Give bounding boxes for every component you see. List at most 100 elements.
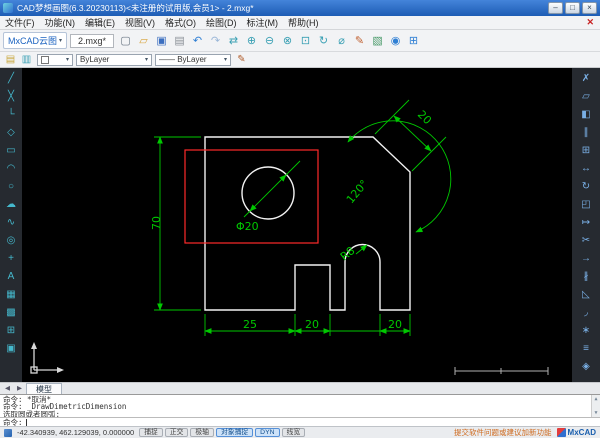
modify-break-icon[interactable]: ∦	[577, 268, 595, 284]
draw-polygon-icon[interactable]: ◇	[3, 124, 19, 140]
titlebar[interactable]: CAD梦想画图(6.3.20230113)<未注册的试用版,会员1> - 2.m…	[0, 0, 600, 16]
undo-icon[interactable]: ↶	[189, 32, 206, 49]
modify-move-icon[interactable]: ↔	[577, 160, 595, 176]
menu-function[interactable]: 功能(N)	[40, 16, 81, 29]
toolbar-icon-row: ▢ ▱ ▣ ▤ ↶ ↷ ⇄ ⊕ ⊖ ⊗ ⊡ ↻ ⌀ ✎ ▧ ◉ ⊞	[117, 32, 422, 49]
tab-next-button[interactable]: ▶	[14, 383, 25, 394]
draw-block-icon[interactable]: ▣	[3, 340, 19, 356]
draw-table-icon[interactable]: ⊞	[3, 322, 19, 338]
save-icon[interactable]: ▣	[153, 32, 170, 49]
view-3d-icon[interactable]: ◈	[577, 358, 595, 374]
draw-arc-icon[interactable]: ◠	[3, 160, 19, 176]
toggle-dyn[interactable]: DYN	[255, 428, 280, 437]
modify-trim-icon[interactable]: ✂	[577, 232, 595, 248]
draw-revcloud-icon[interactable]: ☁	[3, 196, 19, 212]
draw-region-icon[interactable]: ▩	[3, 304, 19, 320]
toggle-osnap[interactable]: 对象捕捉	[215, 428, 254, 437]
color-dropdown[interactable]: ▾	[37, 53, 73, 66]
scroll-down-icon[interactable]: ▼	[594, 410, 597, 416]
draw-hatch-icon[interactable]: ▦	[3, 286, 19, 302]
modify-properties-icon[interactable]: ≡	[577, 340, 595, 356]
edit-icon[interactable]: ✎	[351, 32, 368, 49]
draw-polyline-icon[interactable]: └	[3, 106, 19, 122]
feedback-link[interactable]: 提交软件问题或建议加新功能	[454, 427, 552, 438]
zoom-extents-icon[interactable]: ⊗	[279, 32, 296, 49]
modify-fillet-icon[interactable]: ◞	[577, 304, 595, 320]
zoom-window-icon[interactable]: ⊡	[297, 32, 314, 49]
draw-xline-icon[interactable]: ╳	[3, 88, 19, 104]
menu-format[interactable]: 格式(O)	[160, 16, 201, 29]
table-icon[interactable]: ⊞	[405, 32, 422, 49]
dimension-labels[interactable]: 70 25 20 20 20 120° R8 Φ20	[150, 108, 434, 331]
modify-scale-icon[interactable]: ◰	[577, 196, 595, 212]
coordinates-readout: -42.340939, 462.129039, 0.000000	[17, 428, 135, 437]
command-prompt: 命令:	[3, 417, 23, 427]
toggle-lineweight[interactable]: 线宽	[281, 428, 306, 437]
new-file-icon[interactable]: ▢	[117, 32, 134, 49]
redo-icon[interactable]: ↷	[207, 32, 224, 49]
current-color-swatch	[41, 55, 49, 64]
status-app-icon[interactable]	[4, 428, 12, 437]
command-history[interactable]: 命令: *取消* 命令: _DrawDimetricDimension 选取圆或者圆…	[0, 395, 600, 417]
tab-prev-button[interactable]: ◀	[2, 383, 13, 394]
draw-spline-icon[interactable]: ∿	[3, 214, 19, 230]
document-close-icon[interactable]: ✕	[580, 17, 600, 28]
plot-icon[interactable]: ▤	[171, 32, 188, 49]
web-icon[interactable]: ◉	[387, 32, 404, 49]
layer-properties-icon[interactable]: ▤	[3, 53, 18, 67]
document-tab[interactable]: 2.mxg*	[70, 33, 115, 48]
command-scrollbar[interactable]: ▲ ▼	[591, 395, 600, 417]
toggle-polar[interactable]: 极轴	[190, 428, 214, 437]
modify-explode-icon[interactable]: ∗	[577, 322, 595, 338]
match-properties-icon[interactable]: ✎	[234, 53, 249, 67]
modify-erase-icon[interactable]: ✗	[577, 70, 595, 86]
menu-draw[interactable]: 绘图(D)	[201, 16, 242, 29]
layer-states-icon[interactable]: ▥	[19, 53, 34, 67]
command-input[interactable]: 命令:	[0, 417, 600, 427]
modify-extend-icon[interactable]: →	[577, 250, 595, 266]
menu-edit[interactable]: 编辑(E)	[80, 16, 120, 29]
linetype-dropdown[interactable]: ByLayer ▾	[76, 53, 152, 66]
tab-model[interactable]: 模型	[26, 383, 62, 394]
menu-dimension[interactable]: 标注(M)	[242, 16, 284, 29]
close-button[interactable]: ×	[582, 2, 597, 14]
toggle-snap[interactable]: 捕捉	[139, 428, 163, 437]
draw-point-icon[interactable]: +	[3, 250, 19, 266]
command-area[interactable]: 命令: *取消* 命令: _DrawDimetricDimension 选取圆或者圆…	[0, 394, 600, 427]
modify-toolbar: ✗ ▱ ◧ ∥ ⊞ ↔ ↻ ◰ ↦ ✂ → ∦ ◺ ◞ ∗ ≡ ◈	[572, 68, 600, 382]
modify-mirror-icon[interactable]: ◧	[577, 106, 595, 122]
dimension-lines[interactable]	[154, 99, 452, 336]
draw-text-icon[interactable]: A	[3, 268, 19, 284]
regen-icon[interactable]: ↻	[315, 32, 332, 49]
draw-circle-icon[interactable]: ○	[3, 178, 19, 194]
minimize-button[interactable]: –	[548, 2, 563, 14]
chevron-down-icon: ▾	[65, 57, 69, 63]
draw-rectangle-icon[interactable]: ▭	[3, 142, 19, 158]
maximize-button[interactable]: □	[565, 2, 580, 14]
layout-tabbar: ◀ ▶ 模型	[0, 382, 600, 394]
scroll-up-icon[interactable]: ▲	[594, 396, 597, 402]
modify-chamfer-icon[interactable]: ◺	[577, 286, 595, 302]
modify-rotate-icon[interactable]: ↻	[577, 178, 595, 194]
status-toggles: 捕捉 正交 极轴 对象捕捉 DYN 线宽	[139, 428, 306, 437]
cad-drawing[interactable]: 70 25 20 20 20 120° R8 Φ20	[22, 68, 572, 382]
zoom-out-icon[interactable]: ⊖	[261, 32, 278, 49]
modify-offset-icon[interactable]: ∥	[577, 124, 595, 140]
modify-array-icon[interactable]: ⊞	[577, 142, 595, 158]
menu-help[interactable]: 帮助(H)	[283, 16, 324, 29]
menu-view[interactable]: 视图(V)	[120, 16, 160, 29]
modify-stretch-icon[interactable]: ↦	[577, 214, 595, 230]
drawing-canvas[interactable]: 70 25 20 20 20 120° R8 Φ20	[22, 68, 572, 382]
measure-icon[interactable]: ⌀	[333, 32, 350, 49]
menu-file[interactable]: 文件(F)	[0, 16, 40, 29]
open-file-icon[interactable]: ▱	[135, 32, 152, 49]
lineweight-dropdown[interactable]: —— ByLayer ▾	[155, 53, 231, 66]
zoom-in-icon[interactable]: ⊕	[243, 32, 260, 49]
draw-ellipse-icon[interactable]: ◎	[3, 232, 19, 248]
image-icon[interactable]: ▧	[369, 32, 386, 49]
mxcad-cloud-tab[interactable]: MxCAD云图 ▾	[3, 32, 68, 49]
draw-line-icon[interactable]: ╱	[3, 70, 19, 86]
pan-icon[interactable]: ⇄	[225, 32, 242, 49]
modify-copy-icon[interactable]: ▱	[577, 88, 595, 104]
toggle-ortho[interactable]: 正交	[164, 428, 189, 437]
